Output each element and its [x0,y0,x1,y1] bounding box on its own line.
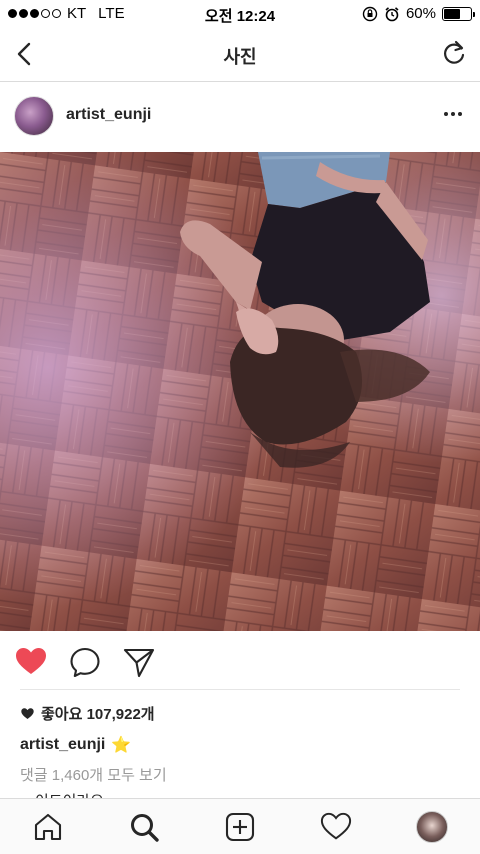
avatar[interactable] [14,96,54,136]
likes-label: 좋아요 107,922개 [41,706,155,723]
divider [20,689,460,690]
caption-username[interactable]: artist_eunji [20,736,105,754]
refresh-icon[interactable] [440,39,468,67]
alarm-icon [385,6,399,21]
page-title: 사진 [223,47,257,67]
status-right: 60% [362,5,475,22]
heart-outline-icon[interactable] [320,811,352,843]
more-horizontal-icon[interactable] [444,112,462,116]
heart-filled-icon[interactable] [14,645,48,679]
status-bar: KT LTE 오전 12:24 60% [0,0,480,28]
post-image [0,152,480,631]
rotation-lock-icon [362,6,378,21]
comment-preview: ···이드이라요 [20,790,104,798]
comment-bubble-icon[interactable] [68,645,102,679]
post-actions [0,640,480,684]
nav-bar: 사진 [0,28,480,82]
tab-bar [0,798,480,854]
add-square-icon[interactable] [224,811,256,843]
battery-level [444,8,460,19]
star-emoji: ⭐ [111,737,132,754]
post-header: artist_eunji [0,82,480,152]
likes-count[interactable]: 좋아요 107,922개 [20,703,155,724]
paper-plane-icon[interactable] [122,645,156,679]
profile-avatar-tab[interactable] [416,811,448,843]
home-icon[interactable] [32,811,64,843]
view-all-comments-link[interactable]: 댓글 1,460개 모두 보기 [20,764,167,785]
search-icon[interactable] [128,811,160,843]
post-photo[interactable] [0,152,480,631]
battery-icon [442,6,475,21]
caption: artist_eunji ⭐ [20,735,131,755]
battery-percent: 60% [405,5,436,22]
post-username[interactable]: artist_eunji [66,106,151,124]
heart-small-icon [21,707,34,719]
